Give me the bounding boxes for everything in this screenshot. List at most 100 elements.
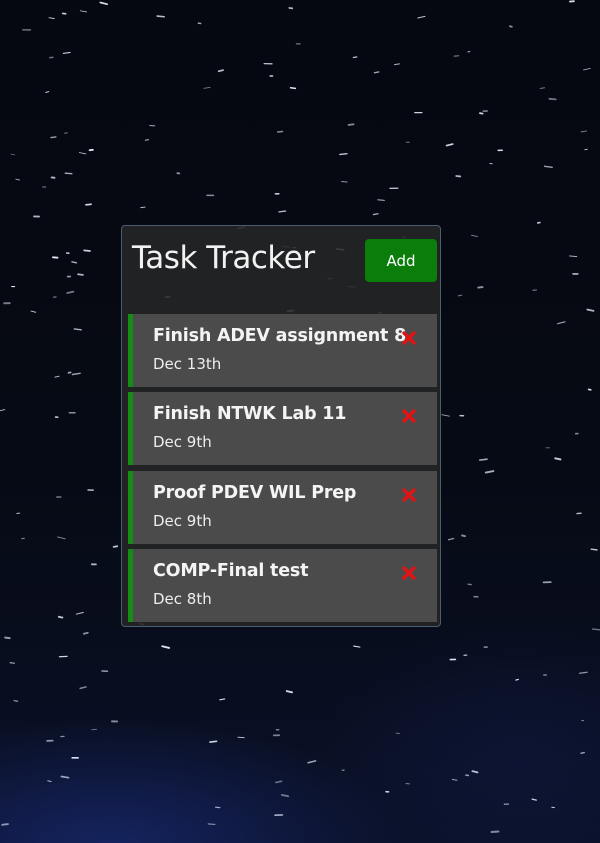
add-task-button[interactable]: Add: [365, 239, 437, 282]
star: [75, 611, 84, 615]
star: [280, 794, 290, 798]
star: [580, 752, 585, 754]
star: [539, 87, 545, 89]
star: [83, 249, 91, 252]
task-tracker-panel: Task Tracker Add Finish ADEV assignment …: [121, 225, 441, 627]
star: [79, 10, 88, 13]
star: [445, 143, 454, 147]
star: [57, 615, 64, 619]
star: [353, 645, 361, 648]
star: [583, 67, 591, 71]
star: [307, 760, 317, 764]
task-text: Finish NTWK Lab 11: [153, 404, 347, 424]
star: [372, 213, 379, 216]
close-icon[interactable]: [401, 408, 417, 424]
task-text: COMP-Final test: [153, 561, 309, 581]
star: [275, 780, 283, 784]
star: [62, 51, 71, 54]
star: [237, 736, 245, 739]
star: [461, 534, 467, 538]
star: [278, 210, 287, 213]
star: [203, 86, 211, 89]
star: [470, 234, 478, 238]
star: [352, 56, 358, 59]
star: [285, 690, 293, 694]
star: [515, 678, 519, 681]
star: [554, 457, 562, 461]
star: [377, 199, 385, 201]
star: [57, 536, 66, 540]
star: [77, 273, 84, 276]
star: [13, 700, 19, 702]
star: [82, 631, 89, 635]
star: [47, 780, 52, 783]
star: [531, 798, 537, 801]
star: [395, 732, 400, 735]
star: [219, 698, 226, 701]
star: [557, 321, 566, 325]
star: [441, 414, 450, 417]
star: [79, 686, 87, 690]
star: [4, 636, 11, 640]
star: [289, 86, 297, 90]
star: [209, 740, 218, 743]
page-title: Task Tracker: [132, 240, 315, 276]
task-day: Dec 9th: [153, 433, 212, 451]
task-text: Proof PDEV WIL Prep: [153, 483, 357, 503]
star: [54, 375, 60, 378]
star: [584, 148, 588, 151]
star: [590, 548, 598, 551]
star: [45, 91, 50, 93]
star: [64, 172, 73, 175]
star: [580, 130, 588, 133]
star: [99, 1, 108, 6]
star: [417, 15, 426, 19]
star: [457, 294, 463, 297]
close-icon[interactable]: [401, 330, 417, 346]
star: [548, 97, 557, 101]
star: [71, 372, 81, 376]
star: [478, 458, 488, 461]
star: [393, 63, 400, 66]
task-text: Finish ADEV assignment 8: [153, 326, 407, 346]
star: [140, 206, 146, 209]
star: [161, 645, 171, 649]
star: [471, 770, 479, 774]
star: [15, 178, 20, 181]
star: [60, 775, 70, 779]
star: [48, 17, 55, 20]
star: [78, 152, 87, 155]
star: [447, 537, 455, 541]
task-item[interactable]: COMP-Final test Dec 8th: [128, 549, 437, 622]
star: [451, 778, 458, 781]
star: [569, 255, 578, 257]
star: [578, 671, 588, 674]
star: [66, 290, 75, 294]
star: [156, 15, 165, 18]
star: [217, 69, 224, 73]
star: [85, 203, 92, 206]
star: [1, 823, 9, 826]
header: Task Tracker Add: [122, 226, 440, 306]
star: [30, 310, 37, 313]
close-icon[interactable]: [401, 487, 417, 503]
task-day: Dec 8th: [153, 590, 212, 608]
task-item[interactable]: Proof PDEV WIL Prep Dec 9th: [128, 471, 437, 544]
star: [10, 153, 15, 156]
star: [477, 286, 484, 289]
star: [586, 308, 595, 312]
star: [339, 152, 348, 156]
star: [373, 71, 380, 74]
task-day: Dec 13th: [153, 355, 222, 373]
star: [73, 328, 82, 331]
task-day: Dec 9th: [153, 512, 212, 530]
star: [484, 470, 495, 474]
task-item[interactable]: Finish ADEV assignment 8 Dec 13th: [128, 314, 437, 387]
star: [71, 261, 78, 264]
close-icon[interactable]: [401, 565, 417, 581]
task-item[interactable]: Finish NTWK Lab 11 Dec 9th: [128, 392, 437, 465]
star: [112, 545, 119, 548]
star: [50, 136, 57, 139]
star: [591, 628, 600, 631]
star: [347, 123, 355, 126]
